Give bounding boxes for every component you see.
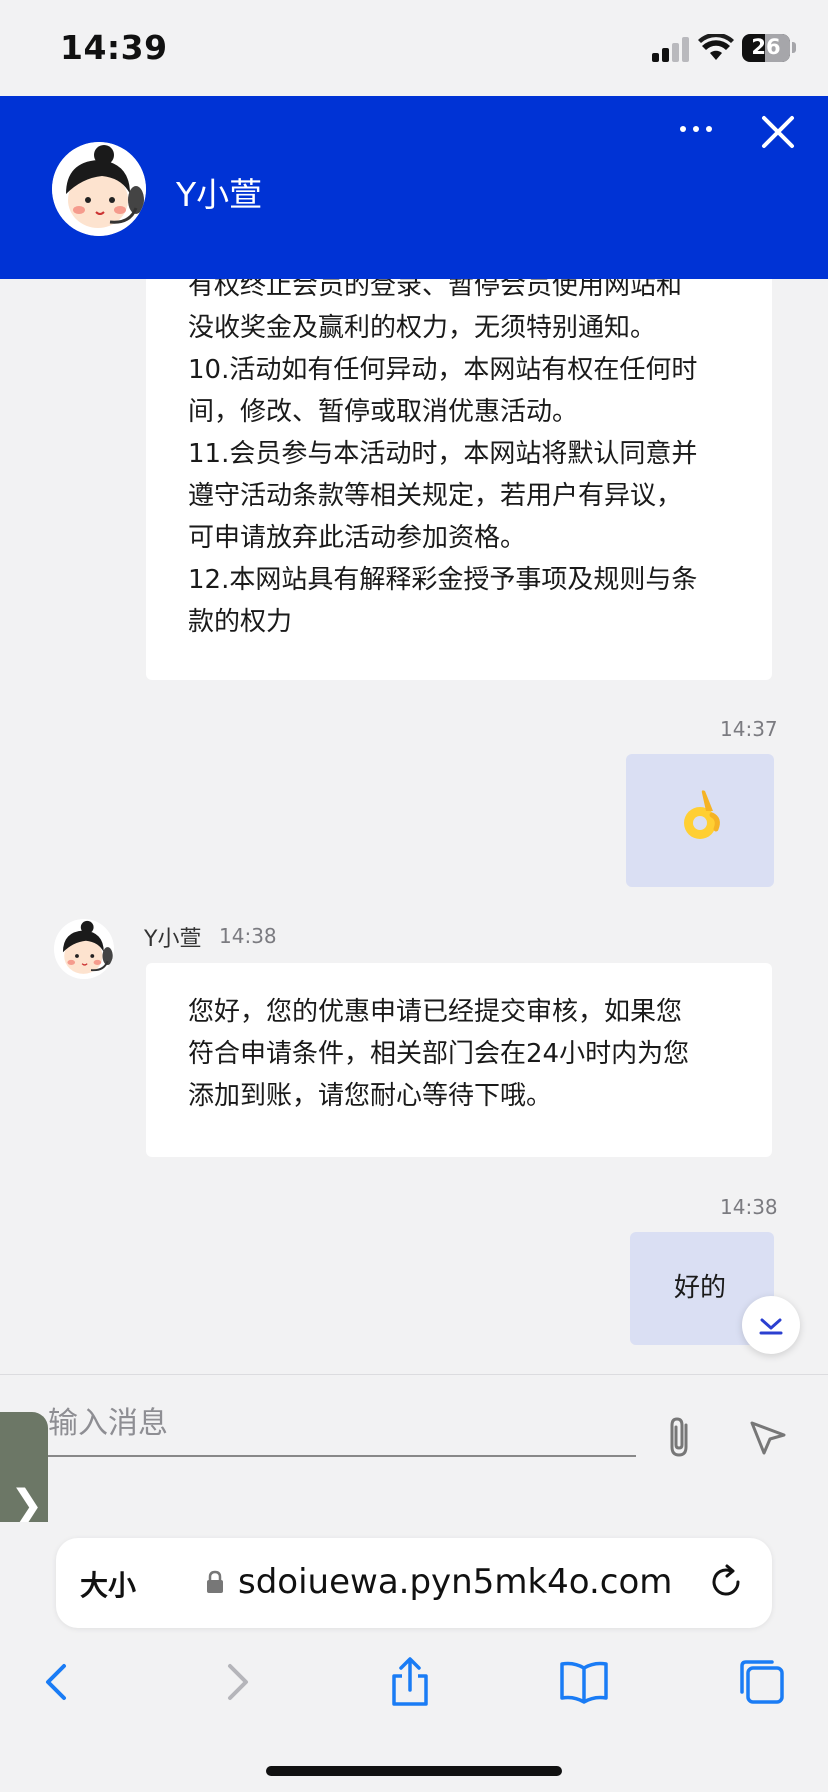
message-list[interactable]: 有权终止会员的登录、暂停会员使用网站和 没收奖金及赢利的权力，无须特别通知。 1… (0, 279, 828, 1374)
message-line: 有权终止会员的登录、暂停会员使用网站和 (188, 279, 683, 301)
message-line: 11.会员参与本活动时，本网站将默认同意并 (188, 439, 698, 469)
message-line: 添加到账，请您耐心等待下哦。 (188, 1081, 553, 1111)
browser-toolbar: 大小 sdoiuewa.pyn5mk4o.com (0, 1522, 828, 1792)
text-size-button[interactable]: 大小 (80, 1564, 136, 1604)
back-icon[interactable] (32, 1656, 84, 1708)
address-bar[interactable]: 大小 sdoiuewa.pyn5mk4o.com (56, 1538, 772, 1628)
battery-icon: 26 (742, 34, 790, 62)
chat-header: Y小萱 (0, 96, 828, 279)
chevron-down-icon (759, 1318, 783, 1335)
wifi-icon (698, 34, 734, 60)
share-icon[interactable] (384, 1656, 436, 1708)
message-line: 符合申请条件，相关部门会在24小时内为您 (188, 1039, 690, 1069)
user-message-text: 好的 (674, 1273, 727, 1303)
cellular-signal-icon (652, 36, 689, 62)
message-line: 10.活动如有任何异动，本网站有权在任何时 (188, 355, 698, 385)
chat-title: Y小萱 (176, 175, 263, 214)
message-line: 款的权力 (188, 607, 293, 637)
paperclip-icon[interactable] (662, 1415, 698, 1459)
forward-icon[interactable] (210, 1656, 262, 1708)
battery-nub (792, 42, 796, 53)
agent-avatar (54, 919, 114, 979)
home-indicator (266, 1766, 562, 1776)
message-timestamp: 14:38 (219, 924, 277, 948)
scroll-to-bottom-button[interactable] (742, 1296, 800, 1354)
message-line: 间，修改、暂停或取消优惠活动。 (188, 397, 579, 427)
battery-level: 26 (751, 35, 781, 59)
url-text[interactable]: sdoiuewa.pyn5mk4o.com (238, 1562, 672, 1602)
message-timestamp: 14:38 (720, 1195, 778, 1219)
send-icon[interactable] (748, 1417, 788, 1457)
message-input[interactable] (48, 1391, 636, 1457)
ok-hand-emoji-icon (684, 790, 720, 839)
message-line: 没收奖金及赢利的权力，无须特别通知。 (188, 313, 657, 343)
close-icon[interactable] (760, 114, 796, 150)
agent-message-text: 您好，您的优惠申请已经提交审核，如果您 符合申请条件，相关部门会在24小时内为您… (188, 991, 748, 1117)
agent-avatar-icon (52, 142, 146, 236)
composer (0, 1374, 828, 1522)
tabs-icon[interactable] (736, 1656, 788, 1708)
message-line: 12.本网站具有解释彩金授予事项及规则与条 (188, 565, 698, 595)
message-line: 您好，您的优惠申请已经提交审核，如果您 (188, 997, 683, 1027)
agent-avatar-icon (54, 919, 114, 979)
reload-icon[interactable] (708, 1564, 744, 1600)
agent-avatar (52, 142, 146, 236)
bookmarks-icon[interactable] (558, 1656, 610, 1708)
more-options-icon[interactable] (676, 116, 716, 140)
sender-name: Y小萱 (144, 927, 202, 952)
message-line: 可申请放弃此活动参加资格。 (188, 523, 527, 553)
lock-icon (207, 1570, 223, 1593)
message-line: 遵守活动条款等相关规定，若用户有异议， (188, 481, 683, 511)
status-bar: 14:39 26 (0, 0, 828, 96)
message-timestamp: 14:37 (720, 717, 778, 741)
agent-message-text: 有权终止会员的登录、暂停会员使用网站和 没收奖金及赢利的权力，无须特别通知。 1… (188, 279, 748, 643)
status-time: 14:39 (60, 28, 168, 67)
